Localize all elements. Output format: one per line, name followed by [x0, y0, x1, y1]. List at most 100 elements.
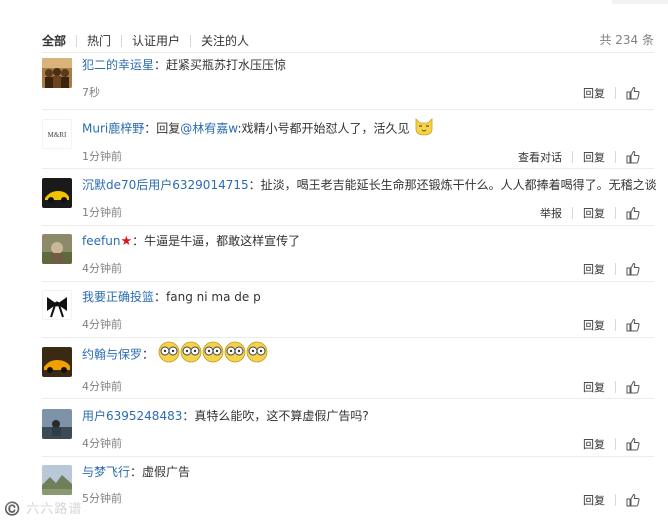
avatar[interactable] [42, 409, 72, 439]
action-divider [615, 207, 616, 219]
username[interactable]: 用户6395248483 [82, 409, 182, 423]
comment-actions: 回复 [583, 262, 640, 276]
divider [42, 52, 654, 53]
avatar[interactable]: M&RI [42, 119, 72, 149]
divider [42, 456, 654, 457]
comment-body: 虚假广告 [142, 465, 191, 479]
comment-text: 用户6395248483：真特么能吹，这不算虚假广告吗? [82, 409, 369, 423]
comment-actions: 回复 [583, 86, 640, 100]
comment-actions: 回复 [583, 318, 640, 332]
tab-following[interactable]: 关注的人 [191, 34, 259, 48]
tab-verified-users[interactable]: 认证用户 [122, 34, 190, 48]
action-divider [615, 494, 616, 506]
comment-text: Muri鹿梓野：回复@林宥嘉w:戏精小号都开始怼人了，活久见 [82, 118, 435, 137]
tab-all[interactable]: 全部 [42, 34, 76, 48]
action-divider [572, 207, 573, 219]
username[interactable]: 犯二的幸运星 [82, 58, 154, 72]
mention-link[interactable]: @林宥嘉w [180, 122, 237, 136]
comment-text: feefun★：牛逼是牛逼，都敢这样宣传了 [82, 234, 301, 249]
reply-button[interactable]: 回复 [583, 494, 605, 507]
reply-button[interactable]: 回复 [583, 87, 605, 100]
username[interactable]: 沉默de70后用户6329014715 [82, 178, 249, 192]
reply-button[interactable]: 回复 [583, 207, 605, 220]
action-divider [615, 151, 616, 163]
comment-filter-tabs: 全部 热门 认证用户 关注的人 [42, 33, 259, 49]
timestamp: 4分钟前 [82, 437, 122, 450]
divider [42, 281, 654, 282]
action-divider [615, 263, 616, 275]
comment-text: 约翰与保罗： [82, 341, 270, 363]
divider [42, 109, 654, 110]
comment-actions: 回复 [583, 493, 640, 507]
goggles-emoji-group-icon [158, 341, 270, 363]
action-divider [615, 87, 616, 99]
username[interactable]: feefun [82, 234, 120, 248]
like-thumb-icon[interactable] [626, 318, 640, 332]
comment-item: 犯二的幸运星：赶紧买瓶苏打水压压惊 7秒 回复 [0, 58, 668, 108]
avatar[interactable] [42, 178, 72, 208]
like-thumb-icon[interactable] [626, 380, 640, 394]
svg-text:M&RI: M&RI [48, 131, 67, 139]
action-divider [615, 438, 616, 450]
comment-text: 与梦飞行：虚假广告 [82, 465, 191, 479]
view-conversation-button[interactable]: 查看对话 [518, 151, 562, 164]
action-divider [615, 381, 616, 393]
reply-button[interactable]: 回复 [583, 263, 605, 276]
comment-actions: 查看对话 回复 [518, 150, 640, 164]
comment-total: 共 234 条 [599, 33, 654, 47]
comment-text: 犯二的幸运星：赶紧买瓶苏打水压压惊 [82, 58, 287, 72]
comment-item: feefun★：牛逼是牛逼，都敢这样宣传了 4分钟前 回复 [0, 234, 668, 282]
comment-actions: 举报 回复 [540, 206, 640, 220]
like-thumb-icon[interactable] [626, 150, 640, 164]
tab-hot[interactable]: 热门 [77, 34, 121, 48]
comment-body: 赶紧买瓶苏打水压压惊 [166, 58, 287, 72]
like-thumb-icon[interactable] [626, 206, 640, 220]
timestamp: 7秒 [82, 86, 100, 99]
comment-body: 真特么能吹，这不算虚假广告吗? [194, 409, 369, 423]
timestamp: 5分钟前 [82, 492, 122, 505]
comment-item: 用户6395248483：真特么能吹，这不算虚假广告吗? 4分钟前 回复 [0, 409, 668, 457]
comment-item: 沉默de70后用户6329014715：扯淡，喝王老吉能延长生命那还锻炼干什么。… [0, 178, 668, 226]
timestamp: 4分钟前 [82, 380, 122, 393]
comment-item: 与梦飞行：虚假广告 5分钟前 回复 [0, 465, 668, 513]
comment-text: 我要正确投篮：fang ni ma de p [82, 290, 261, 304]
divider [42, 398, 654, 399]
comment-body: 扯淡，喝王老吉能延长生命那还锻炼干什么。人人都捧着喝得了。无稽之谈 [260, 178, 657, 192]
reply-button[interactable]: 回复 [583, 151, 605, 164]
reply-button[interactable]: 回复 [583, 381, 605, 394]
like-thumb-icon[interactable] [626, 262, 640, 276]
avatar[interactable] [42, 347, 72, 377]
avatar[interactable] [42, 290, 72, 320]
comment-text: 沉默de70后用户6329014715：扯淡，喝王老吉能延长生命那还锻炼干什么。… [82, 178, 657, 192]
action-divider [572, 151, 573, 163]
username[interactable]: 我要正确投篮 [82, 290, 154, 304]
like-thumb-icon[interactable] [626, 493, 640, 507]
top-bar [0, 0, 668, 26]
timestamp: 4分钟前 [82, 262, 122, 275]
like-thumb-icon[interactable] [626, 437, 640, 451]
cat-emoji-icon [413, 118, 435, 137]
username[interactable]: Muri鹿梓野 [82, 122, 144, 136]
username[interactable]: 与梦飞行 [82, 465, 130, 479]
reply-button[interactable]: 回复 [583, 438, 605, 451]
comment-item: 约翰与保罗： 4分钟前 回复 [0, 341, 668, 395]
comment-body: 牛逼是牛逼，都敢这样宣传了 [144, 234, 301, 248]
timestamp: 4分钟前 [82, 318, 122, 331]
comment-actions: 回复 [583, 437, 640, 451]
avatar[interactable] [42, 465, 72, 495]
avatar[interactable] [42, 58, 72, 88]
divider [42, 225, 654, 226]
comment-item: M&RI Muri鹿梓野：回复@林宥嘉w:戏精小号都开始怼人了，活久见 1分钟前… [0, 118, 668, 167]
avatar[interactable] [42, 234, 72, 264]
action-divider [615, 319, 616, 331]
like-thumb-icon[interactable] [626, 86, 640, 100]
reply-button[interactable]: 回复 [583, 319, 605, 332]
watermark: ©️ 六六路谱 [4, 502, 83, 517]
comment-actions: 回复 [583, 380, 640, 394]
timestamp: 1分钟前 [82, 150, 122, 163]
star-badge-icon: ★ [120, 234, 133, 249]
divider [42, 168, 654, 169]
comment-body: fang ni ma de p [166, 290, 261, 304]
username[interactable]: 约翰与保罗 [82, 348, 142, 362]
report-button[interactable]: 举报 [540, 207, 562, 220]
